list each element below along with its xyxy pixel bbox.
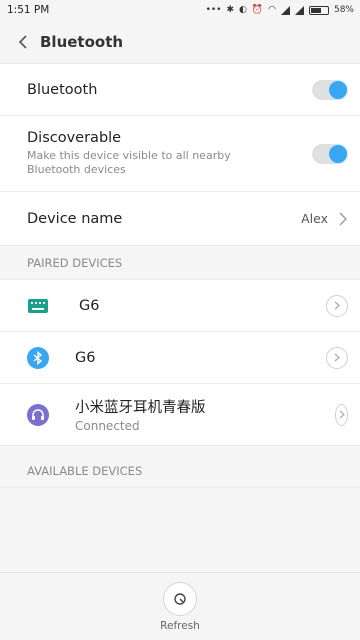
paired-device-name-1: G6 (79, 297, 100, 314)
settings-list: Bluetooth Discoverable Make this device … (0, 64, 360, 246)
device-status: Connected (75, 419, 140, 433)
discoverable-toggle[interactable] (312, 143, 348, 164)
device-name-value: Alex (301, 211, 328, 226)
bluetooth-status-icon: ✱ (226, 5, 235, 15)
paired-devices-list: G6 G6 小米蓝牙耳机青春版 Connected (0, 280, 360, 446)
bluetooth-label: Bluetooth (27, 81, 98, 98)
toggle-knob (329, 144, 347, 163)
paired-device-name-2: G6 (75, 349, 96, 366)
chevron-right-icon (339, 212, 347, 225)
bluetooth-icon (27, 346, 49, 369)
paired-device-row-3[interactable]: 小米蓝牙耳机青春版 Connected (0, 384, 360, 446)
device-name-row[interactable]: Device name Alex (0, 192, 360, 246)
chevron-right-icon (339, 410, 345, 419)
chevron-right-icon (334, 353, 340, 362)
paired-device-row-1[interactable]: G6 (0, 280, 360, 332)
toggle-status-icon: ◐ (239, 5, 247, 15)
paired-devices-header: PAIRED DEVICES (0, 246, 360, 280)
discoverable-text: Discoverable Make this device visible to… (27, 130, 312, 177)
chevron-right-icon (334, 301, 340, 310)
keyboard-icon (27, 295, 49, 317)
bluetooth-toggle[interactable] (312, 79, 348, 100)
alarm-icon: ⏰ (251, 5, 264, 15)
discoverable-description: Make this device visible to all nearby B… (27, 149, 231, 176)
available-devices-header: AVAILABLE DEVICES (0, 454, 360, 488)
paired-device-row-2[interactable]: G6 (0, 332, 360, 384)
refresh-icon (174, 592, 186, 605)
status-icons: ••• ✱ ◐ ⏰ ◠ 58% (206, 5, 354, 15)
refresh-button[interactable] (163, 581, 197, 616)
device-details-button[interactable] (326, 294, 348, 317)
battery-icon (308, 5, 329, 15)
wifi-icon: ◠ (268, 5, 276, 15)
paired-device-name-3: 小米蓝牙耳机青春版 (75, 400, 206, 416)
refresh-label: Refresh (160, 619, 200, 632)
bottom-bar: Refresh (0, 572, 360, 640)
page-title: Bluetooth (40, 32, 124, 51)
status-bar: 1:51 PM ••• ✱ ◐ ⏰ ◠ 58% (0, 0, 360, 20)
battery-percentage: 58% (333, 5, 354, 15)
app-header: Bluetooth (0, 20, 360, 64)
bluetooth-row[interactable]: Bluetooth (0, 64, 360, 116)
signal-icon-1 (280, 5, 290, 15)
device-name-label: Device name (27, 210, 123, 227)
more-notifications-icon: ••• (205, 5, 222, 15)
discoverable-row[interactable]: Discoverable Make this device visible to… (0, 116, 360, 192)
status-time: 1:51 PM (7, 4, 50, 16)
back-arrow-icon (18, 34, 27, 49)
signal-icon-2 (294, 5, 304, 15)
headphones-icon (27, 403, 49, 426)
paired-device-text-3: 小米蓝牙耳机青春版 Connected (75, 396, 335, 433)
device-details-button[interactable] (335, 403, 348, 426)
discoverable-label: Discoverable (27, 130, 122, 146)
toggle-knob (329, 80, 347, 99)
device-details-button[interactable] (326, 346, 348, 369)
back-button[interactable] (12, 31, 34, 53)
